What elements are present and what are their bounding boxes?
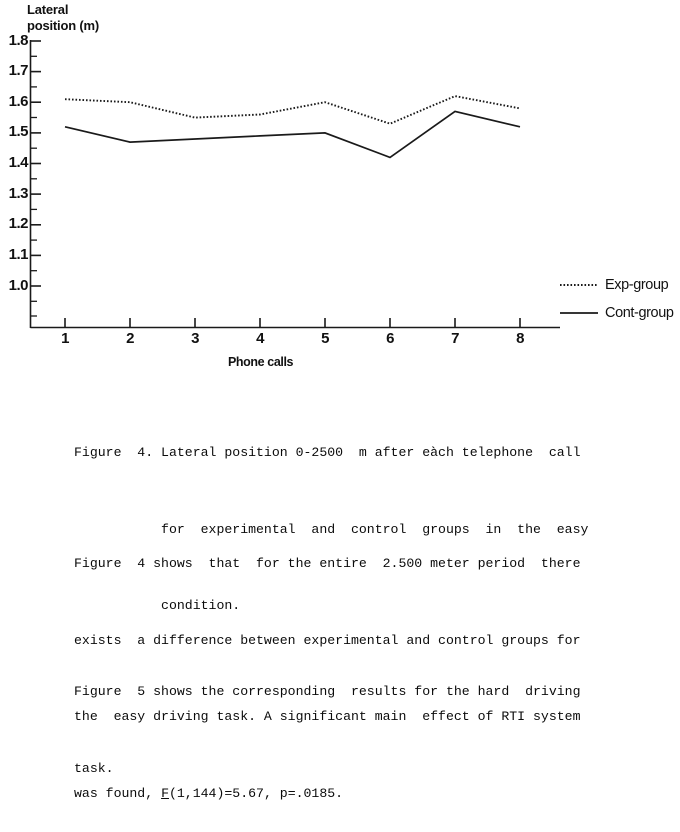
y-tick-label-1-7: 1.7: [8, 62, 29, 79]
x-tick-label-4: 4: [256, 330, 264, 347]
caption-line-1: Figure 4. Lateral position 0-2500 m afte…: [74, 445, 581, 460]
y-tick-label-1-0: 1.0: [8, 277, 29, 294]
body-paragraph-2: Figure 5 shows the corresponding results…: [74, 628, 580, 807]
paragraph-2-line-2: task.: [74, 760, 114, 776]
y-tick-label-1-1: 1.1: [8, 246, 29, 263]
series-exp-group-line: [64, 95, 521, 125]
legend-label-exp-group: Exp-group: [605, 277, 669, 293]
x-tick-label-7: 7: [451, 330, 459, 347]
y-tick-label-1-8: 1.8: [8, 32, 29, 49]
line-chart-svg: [29, 40, 598, 329]
y-axis-major-ticks: [30, 40, 41, 287]
x-tick-label-3: 3: [191, 330, 199, 347]
series-cont-group-line: [64, 110, 521, 159]
x-tick-label-6: 6: [386, 330, 394, 347]
x-axis-ticks: [64, 318, 521, 327]
y-tick-label-1-5: 1.5: [8, 123, 29, 140]
y-tick-label-1-6: 1.6: [8, 93, 29, 110]
y-tick-label-1-2: 1.2: [8, 215, 29, 232]
paragraph-1-line-1: Figure 4 shows that for the entire 2.500…: [74, 556, 581, 571]
x-tick-label-2: 2: [126, 330, 134, 347]
x-tick-label-8: 8: [516, 330, 524, 347]
x-tick-label-5: 5: [321, 330, 329, 347]
x-tick-label-1: 1: [61, 330, 69, 347]
figure-chart-area: Lateral position (m) 1.8 1.7 1.6 1.5 1.4…: [0, 0, 680, 369]
y-tick-label-1-3: 1.3: [8, 185, 29, 202]
x-axis-title: Phone calls: [228, 355, 294, 369]
legend-label-cont-group: Cont-group: [605, 305, 674, 321]
y-tick-label-1-4: 1.4: [8, 154, 29, 171]
